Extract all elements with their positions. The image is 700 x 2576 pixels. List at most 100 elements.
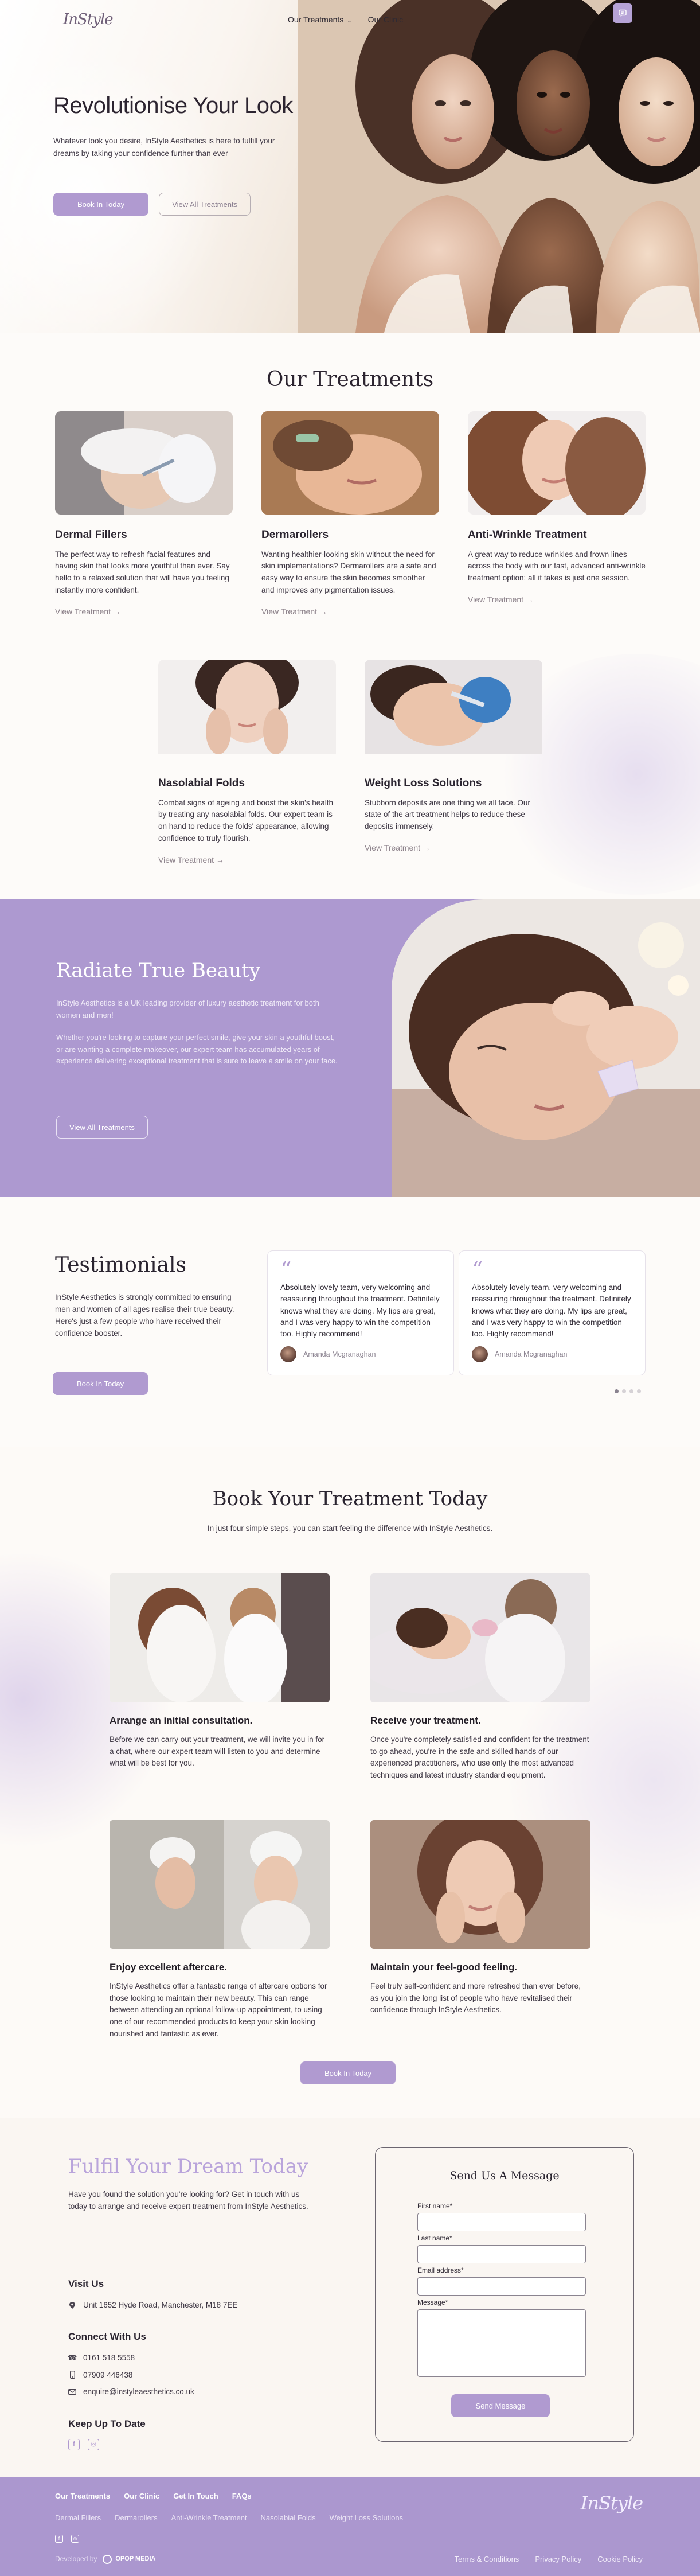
phone-row[interactable]: ☎ 0161 518 5558 <box>68 2352 332 2364</box>
treatments-title: Our Treatments <box>266 368 434 391</box>
social-icons: f ◎ <box>68 2439 332 2451</box>
treatment-card[interactable]: Dermal Fillers The perfect way to refres… <box>55 411 233 618</box>
treatment-card[interactable]: Weight Loss Solutions Stubborn deposits … <box>365 660 542 854</box>
legal-link[interactable]: Cookie Policy <box>597 2554 643 2565</box>
treatments-section: Our Treatments Dermal Fillers The perfec… <box>0 333 700 899</box>
facebook-icon[interactable]: f <box>55 2535 63 2543</box>
footer-nav-item[interactable]: Get In Touch <box>173 2491 218 2502</box>
view-all-treatments-button[interactable]: View All Treatments <box>159 193 251 216</box>
step-title: Arrange an initial consultation. <box>110 1715 253 1726</box>
connect-block: Connect With Us ☎ 0161 518 5558 07909 44… <box>68 2330 332 2397</box>
radiate-title: Radiate True Beauty <box>56 959 261 982</box>
step-card: Enjoy excellent aftercare. InStyle Aesth… <box>110 1820 330 2040</box>
send-message-button[interactable]: Send Message <box>451 2394 550 2417</box>
testimonial-author: Amanda Mcgranaghan <box>472 1346 567 1362</box>
nav-our-clinic[interactable]: Our Clinic <box>368 14 403 26</box>
treatment-image <box>55 411 233 515</box>
treatment-description: Stubborn deposits are one thing we all f… <box>365 798 530 831</box>
author-name: Amanda Mcgranaghan <box>495 1350 568 1358</box>
treatment-description: The perfect way to refresh facial featur… <box>55 550 230 595</box>
footer-logo[interactable]: InStyle <box>581 2490 643 2516</box>
email-label: Email address* <box>417 2266 464 2274</box>
mobile-icon <box>68 2371 76 2379</box>
testimonials-intro: Testimonials InStyle Aesthetics is stron… <box>55 1250 244 1340</box>
top-bar: InStyle Our Treatments ⌄ Our Clinic <box>0 0 700 38</box>
last-name-group: Last name* <box>417 2234 586 2264</box>
slider-dot[interactable] <box>615 1389 619 1393</box>
step-image <box>110 1820 330 1949</box>
step-title: Receive your treatment. <box>370 1715 481 1726</box>
legal-link[interactable]: Privacy Policy <box>535 2554 581 2565</box>
treatment-card[interactable]: Anti-Wrinkle Treatment A great way to re… <box>468 411 646 606</box>
slider-dot[interactable] <box>622 1389 626 1393</box>
email-group: Email address* <box>417 2266 586 2296</box>
footer-treatment-link[interactable]: Dermal Fillers <box>55 2513 101 2524</box>
last-name-label: Last name* <box>417 2234 452 2242</box>
developer-logo-icon <box>103 2554 112 2564</box>
footer-nav-item[interactable]: FAQs <box>232 2491 252 2502</box>
form-title: Send Us A Message <box>449 2169 560 2182</box>
email-row[interactable]: enquire@instyleaesthetics.co.uk <box>68 2386 332 2398</box>
footer-nav: Our Treatments Our Clinic Get In Touch F… <box>55 2491 252 2502</box>
book-in-today-button[interactable]: Book In Today <box>300 2061 396 2084</box>
chat-icon <box>619 9 627 17</box>
book-in-today-button[interactable]: Book In Today <box>53 1372 148 1395</box>
view-treatment-link[interactable]: View Treatment → <box>468 594 646 605</box>
view-treatment-link[interactable]: View Treatment → <box>365 842 542 854</box>
footer-treatment-link[interactable]: Dermarollers <box>115 2513 157 2524</box>
instagram-icon[interactable]: ◎ <box>71 2535 79 2543</box>
step-image <box>370 1573 590 1702</box>
developer-badge[interactable]: OPOP MEDIA <box>103 2554 155 2564</box>
developer-credit: Developed by OPOP MEDIA <box>55 2554 155 2564</box>
footer-treatment-link[interactable]: Anti-Wrinkle Treatment <box>171 2513 247 2524</box>
first-name-field[interactable] <box>417 2213 586 2232</box>
first-name-label: First name* <box>417 2202 453 2210</box>
testimonials-description: InStyle Aesthetics is strongly committed… <box>55 1293 234 1338</box>
treatment-image <box>468 411 646 515</box>
view-treatment-label: View Treatment <box>365 843 421 853</box>
legal-links: Terms & Conditions Privacy Policy Cookie… <box>455 2554 643 2565</box>
testimonial-author: Amanda Mcgranaghan <box>280 1346 376 1362</box>
testimonial-card: “ Absolutely lovely team, very welcoming… <box>267 1250 454 1375</box>
mobile-row[interactable]: 07909 446438 <box>68 2370 332 2381</box>
footer-nav-item[interactable]: Our Treatments <box>55 2491 110 2502</box>
footer-nav-item[interactable]: Our Clinic <box>124 2491 159 2502</box>
instagram-icon[interactable]: ◎ <box>88 2439 99 2451</box>
last-name-field[interactable] <box>417 2245 586 2264</box>
treatment-card[interactable]: Dermarollers Wanting healthier-looking s… <box>261 411 439 618</box>
nav-our-treatments[interactable]: Our Treatments ⌄ <box>288 14 352 26</box>
treatment-card[interactable]: Nasolabial Folds Combat signs of ageing … <box>158 660 336 866</box>
hero-title: Revolutionise Your Look <box>53 93 293 118</box>
facebook-icon[interactable]: f <box>68 2439 80 2451</box>
developed-by-label: Developed by <box>55 2555 97 2563</box>
slider-dot[interactable] <box>637 1389 641 1393</box>
avatar <box>280 1346 296 1362</box>
nav-our-treatments-label: Our Treatments <box>288 15 344 24</box>
site-logo[interactable]: InStyle <box>63 9 114 31</box>
message-group: Message* <box>417 2298 586 2380</box>
footer-treatment-link[interactable]: Weight Loss Solutions <box>330 2513 403 2524</box>
arrow-right-icon: → <box>112 607 121 617</box>
quote-icon: “ <box>280 1257 292 1283</box>
hero-section: InStyle Our Treatments ⌄ Our Clinic Revol… <box>0 0 700 333</box>
slider-dot[interactable] <box>629 1389 633 1393</box>
view-treatment-label: View Treatment <box>55 607 111 617</box>
testimonial-quote: Absolutely lovely team, very welcoming a… <box>472 1283 631 1338</box>
radiate-paragraph: Whether you're looking to capture your p… <box>56 1032 338 1066</box>
arrow-right-icon: → <box>422 843 431 853</box>
book-in-today-button[interactable]: Book In Today <box>53 193 149 216</box>
contact-intro: Have you found the solution you're looki… <box>68 2190 308 2211</box>
email-field[interactable] <box>417 2277 586 2296</box>
legal-link[interactable]: Terms & Conditions <box>455 2554 519 2565</box>
footer-treatment-link[interactable]: Nasolabial Folds <box>261 2513 316 2524</box>
view-all-treatments-button[interactable]: View All Treatments <box>56 1116 148 1139</box>
contact-section: Fulfil Your Dream Today Have you found t… <box>0 2118 700 2477</box>
message-field[interactable] <box>417 2309 586 2378</box>
view-treatment-link[interactable]: View Treatment → <box>261 606 439 617</box>
connect-title: Connect With Us <box>68 2331 146 2343</box>
chat-button[interactable] <box>613 3 632 23</box>
quote-icon: “ <box>472 1257 483 1283</box>
view-treatment-link[interactable]: View Treatment → <box>55 606 233 617</box>
view-treatment-link[interactable]: View Treatment → <box>158 854 336 866</box>
testimonial-quote: Absolutely lovely team, very welcoming a… <box>280 1283 440 1338</box>
